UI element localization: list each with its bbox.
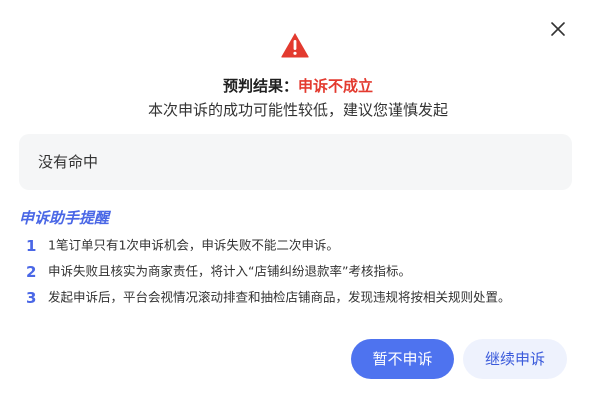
tips-title: 申诉助手提醒 — [19, 209, 110, 227]
cancel-appeal-button[interactable]: 暂不申诉 — [351, 339, 454, 379]
tip-number: 2 — [26, 262, 37, 281]
match-text: 没有命中 — [38, 153, 99, 171]
result-label: 预判结果： — [222, 77, 298, 95]
tip-text: 发起申诉后，平台会视情况滚动排查和抽检店铺商品，发现违规将按相关规则处置。 — [48, 289, 511, 305]
tip-item: 3 发起申诉后，平台会视情况滚动排查和抽检店铺商品，发现违规将按相关规则处置。 — [26, 288, 511, 307]
tip-number: 1 — [26, 236, 37, 255]
tip-item: 1 1笔订单只有1次申诉机会，申诉失败不能二次申诉。 — [26, 236, 339, 255]
tip-text: 申诉失败且核实为商家责任，将计入“店铺纠纷退款率”考核指标。 — [48, 263, 411, 279]
warning-triangle-icon — [280, 31, 310, 59]
tip-text: 1笔订单只有1次申诉机会，申诉失败不能二次申诉。 — [48, 237, 339, 253]
result-value: 申诉不成立 — [298, 77, 374, 95]
tip-number: 3 — [26, 288, 37, 307]
prediction-result: 预判结果：申诉不成立 — [0, 76, 596, 96]
continue-appeal-button[interactable]: 继续申诉 — [463, 339, 567, 379]
match-result-box: 没有命中 — [19, 134, 572, 190]
appeal-dialog: 预判结果：申诉不成立 本次申诉的成功可能性较低，建议您谨慎发起 没有命中 申诉助… — [0, 0, 596, 395]
result-subtitle: 本次申诉的成功可能性较低，建议您谨慎发起 — [147, 101, 448, 119]
close-icon[interactable] — [548, 19, 568, 39]
tip-item: 2 申诉失败且核实为商家责任，将计入“店铺纠纷退款率”考核指标。 — [26, 262, 411, 281]
